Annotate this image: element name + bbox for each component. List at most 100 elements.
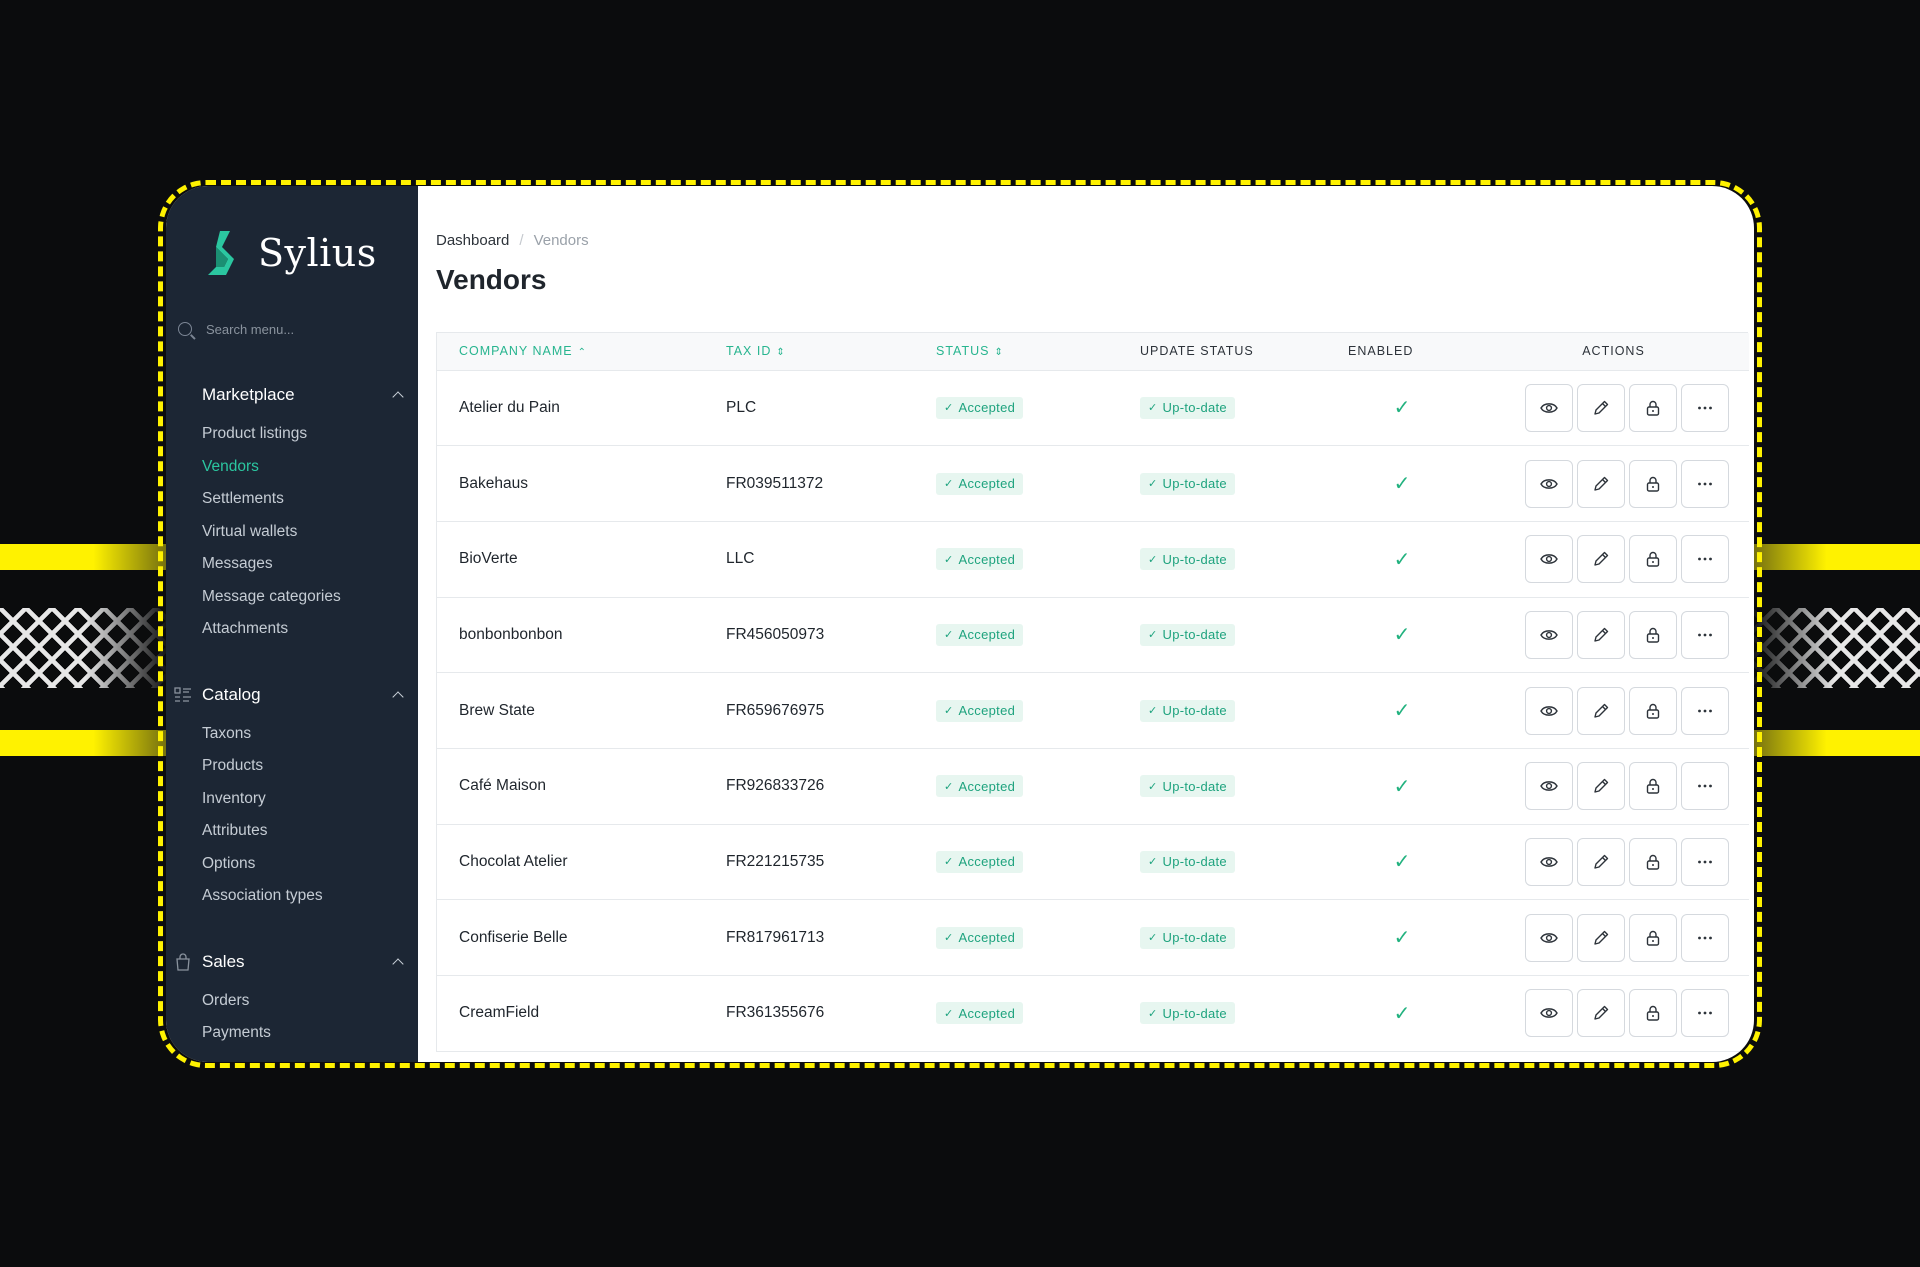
- lock-button[interactable]: [1629, 383, 1677, 432]
- lock-button[interactable]: [1629, 913, 1677, 962]
- logo[interactable]: Sylius: [166, 186, 418, 286]
- cell-actions: [1478, 748, 1749, 824]
- more-options-button[interactable]: [1681, 989, 1729, 1038]
- cell-company-name: Bakehaus: [459, 474, 528, 492]
- cell-enabled: ✓: [1326, 521, 1478, 597]
- lock-icon: [1646, 779, 1660, 794]
- cell-enabled: ✓: [1326, 370, 1478, 446]
- section-header-marketplace[interactable]: Marketplace: [166, 380, 418, 410]
- decor-stripe-right-top: [1750, 544, 1920, 570]
- cell-update-status: ✓ Up-to-date: [1118, 521, 1326, 597]
- more-options-button[interactable]: [1681, 686, 1729, 735]
- table-row: BioVerte LLC ✓ Accepted ✓ Up-to-date ✓: [437, 521, 1749, 598]
- lock-button[interactable]: [1629, 610, 1677, 659]
- table-row: Brew State FR659676975 ✓ Accepted ✓ Up-to-…: [437, 673, 1749, 749]
- search-menu-input[interactable]: [206, 321, 396, 337]
- breadcrumb-separator: /: [519, 231, 524, 249]
- column-header-status[interactable]: STATUS ⇕: [914, 333, 1118, 371]
- shopping-bag-icon: [174, 952, 192, 971]
- sidebar-item-orders[interactable]: Orders: [166, 985, 418, 1018]
- check-icon: ✓: [944, 856, 954, 869]
- sidebar-item-attachments[interactable]: Attachments: [166, 613, 418, 646]
- view-button[interactable]: [1525, 686, 1573, 735]
- edit-button[interactable]: [1577, 762, 1625, 811]
- sidebar-item-payments[interactable]: Payments: [166, 1017, 418, 1050]
- edit-button[interactable]: [1577, 459, 1625, 508]
- column-header-tax-id[interactable]: TAX ID ⇕: [704, 333, 914, 371]
- check-icon: ✓: [944, 705, 954, 718]
- cell-status: ✓ Accepted: [914, 976, 1118, 1052]
- more-options-button[interactable]: [1681, 459, 1729, 508]
- edit-button[interactable]: [1577, 535, 1625, 584]
- eye-icon: [1540, 630, 1558, 640]
- sidebar-item-taxons[interactable]: Taxons: [166, 718, 418, 751]
- status-badge: ✓ Accepted: [936, 775, 1024, 798]
- sidebar-item-vendors[interactable]: Vendors: [166, 451, 418, 484]
- cell-actions: [1478, 976, 1749, 1052]
- view-button[interactable]: [1525, 383, 1573, 432]
- lock-button[interactable]: [1629, 535, 1677, 584]
- lock-button[interactable]: [1629, 459, 1677, 508]
- cell-tax-id: FR456050973: [726, 625, 825, 643]
- sidebar-item-virtual-wallets[interactable]: Virtual wallets: [166, 516, 418, 549]
- cell-tax-id: FR361355676: [726, 1004, 825, 1022]
- edit-button[interactable]: [1577, 913, 1625, 962]
- edit-button[interactable]: [1577, 686, 1625, 735]
- view-button[interactable]: [1525, 535, 1573, 584]
- sort-icon: ⇕: [776, 347, 786, 359]
- more-horizontal-icon: [1698, 406, 1712, 410]
- section-header-sales[interactable]: Sales: [166, 947, 418, 977]
- sidebar-item-options[interactable]: Options: [166, 848, 418, 881]
- sidebar-item-product-listings[interactable]: Product listings: [166, 418, 418, 451]
- more-options-button[interactable]: [1681, 837, 1729, 886]
- cell-enabled: ✓: [1326, 597, 1478, 673]
- sidebar-item-attributes[interactable]: Attributes: [166, 815, 418, 848]
- view-button[interactable]: [1525, 762, 1573, 811]
- more-options-button[interactable]: [1681, 535, 1729, 584]
- cell-status: ✓ Accepted: [914, 446, 1118, 522]
- cell-update-status: ✓ Up-to-date: [1118, 976, 1326, 1052]
- pencil-icon: [1594, 930, 1609, 945]
- edit-button[interactable]: [1577, 989, 1625, 1038]
- cell-tax-id: FR039511372: [726, 474, 824, 492]
- more-options-button[interactable]: [1681, 762, 1729, 811]
- edit-button[interactable]: [1577, 837, 1625, 886]
- edit-button[interactable]: [1577, 383, 1625, 432]
- table-row: Bakehaus FR039511372 ✓ Accepted ✓ Up-to-da…: [437, 446, 1749, 522]
- view-button[interactable]: [1525, 913, 1573, 962]
- cell-tax-id: FR659676975: [726, 701, 825, 719]
- cell-tax-id: PLC: [726, 398, 757, 416]
- sidebar-item-settlements[interactable]: Settlements: [166, 483, 418, 516]
- sidebar-item-messages[interactable]: Messages: [166, 548, 418, 581]
- more-options-button[interactable]: [1681, 383, 1729, 432]
- view-button[interactable]: [1525, 610, 1573, 659]
- cell-company-name: BioVerte: [459, 550, 518, 568]
- sidebar-section-sales: Sales Orders Payments: [166, 947, 418, 1050]
- lock-button[interactable]: [1629, 686, 1677, 735]
- sidebar-item-inventory[interactable]: Inventory: [166, 783, 418, 816]
- breadcrumb-dashboard[interactable]: Dashboard: [436, 232, 509, 249]
- sidebar-item-association-types[interactable]: Association types: [166, 880, 418, 913]
- status-badge: ✓ Accepted: [936, 1002, 1024, 1025]
- check-icon: ✓: [944, 629, 954, 642]
- lock-icon: [1646, 703, 1660, 719]
- more-options-button[interactable]: [1681, 610, 1729, 659]
- cell-status: ✓ Accepted: [914, 748, 1118, 824]
- lock-button[interactable]: [1629, 762, 1677, 811]
- column-header-company-name[interactable]: COMPANY NAME ⌃: [437, 333, 704, 371]
- sidebar-item-products[interactable]: Products: [166, 750, 418, 783]
- view-button[interactable]: [1525, 989, 1573, 1038]
- section-title: Sales: [202, 951, 245, 971]
- edit-button[interactable]: [1577, 610, 1625, 659]
- cell-actions: [1478, 370, 1749, 446]
- menu-search: [178, 316, 418, 342]
- sidebar-item-message-categories[interactable]: Message categories: [166, 581, 418, 614]
- section-header-catalog[interactable]: Catalog: [166, 680, 418, 710]
- view-button[interactable]: [1525, 459, 1573, 508]
- enabled-check-icon: ✓: [1393, 473, 1411, 496]
- lock-button[interactable]: [1629, 989, 1677, 1038]
- more-options-button[interactable]: [1681, 913, 1729, 962]
- lock-button[interactable]: [1629, 837, 1677, 886]
- marketplace-icon: [174, 386, 192, 404]
- view-button[interactable]: [1525, 837, 1573, 886]
